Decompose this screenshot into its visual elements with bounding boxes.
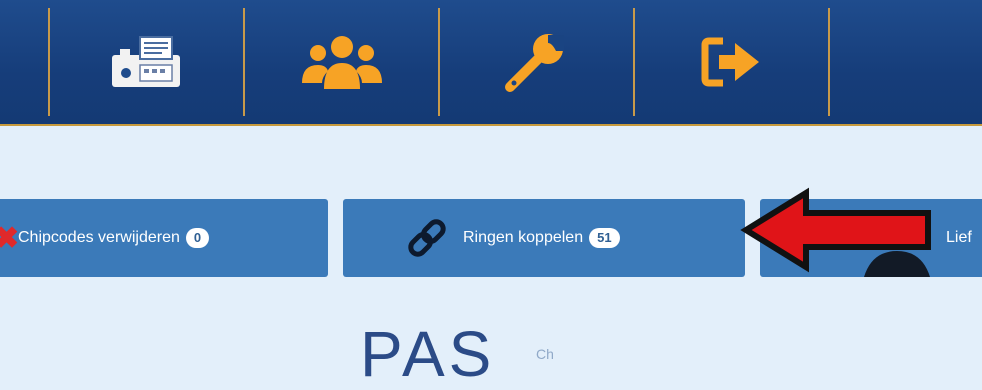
remove-icon: ✖ <box>0 222 20 255</box>
chipcodes-count-badge: 0 <box>185 228 210 248</box>
nav-separator <box>633 8 635 116</box>
users-icon <box>302 36 382 89</box>
chipcodes-label: Chipcodes verwijderen <box>18 229 180 246</box>
wrench-icon <box>505 34 564 92</box>
ringen-label: Ringen koppelen <box>463 229 584 246</box>
ringen-koppelen-button[interactable]: Ringen koppelen 51 <box>343 199 745 277</box>
lief-label: Lief <box>946 229 972 246</box>
nav-separator <box>438 8 440 116</box>
ringen-count-badge: 51 <box>589 228 620 248</box>
link-icon <box>408 219 446 257</box>
nav-separator <box>828 8 830 116</box>
nav-clinic-button[interactable] <box>52 0 242 124</box>
pas-logo-sub: Ch <box>536 346 554 362</box>
pas-logo: PAS <box>360 318 496 390</box>
nav-separator <box>243 8 245 116</box>
clinic-scanner-icon <box>112 36 180 87</box>
nav-separator <box>48 8 50 116</box>
red-arrow-pointer <box>740 187 931 273</box>
nav-settings-button[interactable] <box>442 0 632 124</box>
nav-logout-button[interactable] <box>637 0 827 124</box>
nav-users-button[interactable] <box>247 0 437 124</box>
chipcodes-verwijderen-button[interactable]: ✖ Chipcodes verwijderen 0 <box>0 199 328 277</box>
top-navigation-bar <box>0 0 982 126</box>
logout-icon <box>701 37 759 87</box>
